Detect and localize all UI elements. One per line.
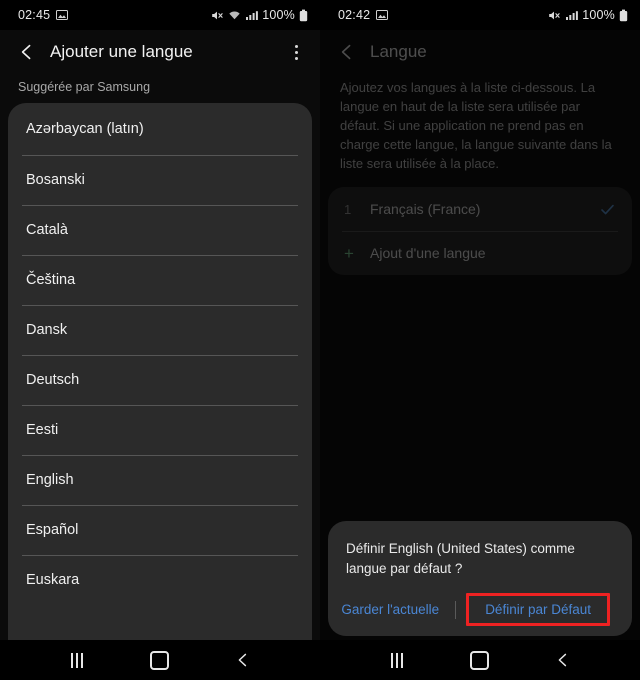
left-phone-screen: 02:45 100% Ajouter une langue Suggérée p… [0, 0, 320, 680]
language-label: Català [26, 222, 68, 238]
add-language-label: Ajout d'une langue [370, 245, 486, 261]
navigation-bar [0, 640, 320, 680]
plus-icon: + [344, 243, 354, 263]
language-label: Bosanski [26, 172, 85, 188]
language-label: Deutsch [26, 372, 80, 388]
image-icon [56, 10, 69, 20]
app-bar: Ajouter une langue [0, 30, 320, 74]
list-item[interactable]: Euskara [8, 555, 312, 605]
language-list: 1 Français (France) + Ajout d'une langue [328, 187, 632, 275]
list-item[interactable]: Eesti [8, 405, 312, 455]
page-title: Ajouter une langue [50, 42, 193, 61]
back-arrow-icon[interactable] [14, 39, 40, 65]
dialog-actions: Garder l'actuelle Définir par Défaut [341, 593, 614, 626]
back-icon[interactable] [226, 645, 260, 675]
mute-icon [549, 11, 561, 19]
signal-icon [566, 10, 579, 20]
section-header: Suggérée par Samsung [18, 80, 151, 94]
battery-icon [619, 9, 628, 21]
battery-icon [299, 9, 308, 21]
back-arrow-icon[interactable] [334, 39, 360, 65]
home-icon[interactable] [143, 645, 177, 675]
list-item[interactable]: Azərbaycan (latın) [8, 103, 312, 155]
signal-icon [246, 10, 259, 20]
keep-current-button[interactable]: Garder l'actuelle [329, 593, 451, 626]
list-item[interactable]: Bosanski [8, 155, 312, 205]
app-bar: Langue [320, 30, 640, 74]
set-default-language-dialog: Définir English (United States) comme la… [328, 521, 632, 636]
recents-icon[interactable] [60, 645, 94, 675]
divider [455, 600, 457, 619]
status-bar-left: 02:42 [338, 8, 389, 22]
language-label: Dansk [26, 322, 68, 338]
recents-icon[interactable] [380, 645, 414, 675]
screenshot-root: 02:45 100% Ajouter une langue Suggérée p… [0, 0, 640, 680]
language-label: Français (France) [370, 201, 481, 217]
list-item[interactable]: Español [8, 505, 312, 555]
description-text: Ajoutez vos langues à la liste ci-dessou… [340, 80, 612, 171]
list-item[interactable]: English [8, 455, 312, 505]
status-bar-left: 02:45 [18, 8, 69, 22]
add-language-row[interactable]: + Ajout d'une langue [328, 231, 632, 275]
dimmed-content: Langue Ajoutez vos langues à la liste ci… [320, 30, 640, 275]
language-label: Čeština [26, 272, 76, 288]
status-bar-right: 100% [548, 8, 628, 22]
battery-percent-label: 100% [582, 8, 615, 22]
status-bar: 02:42 100% [320, 0, 640, 30]
list-item[interactable]: Dansk [8, 305, 312, 355]
language-order-index: 1 [344, 201, 352, 217]
language-label: Eesti [26, 422, 59, 438]
set-as-default-button[interactable]: Définir par Défaut [466, 593, 610, 626]
language-list: Azərbaycan (latın) Bosanski Català Češti… [8, 103, 312, 659]
language-label: Español [26, 522, 79, 538]
right-phone-screen: 02:42 100% Langue Ajoutez vos langues à … [320, 0, 640, 680]
mute-icon [212, 11, 224, 19]
language-label: Azərbaycan (latın) [26, 121, 144, 137]
status-bar-right: 100% [211, 8, 308, 22]
status-clock: 02:42 [338, 8, 371, 22]
list-item[interactable]: Català [8, 205, 312, 255]
back-icon[interactable] [546, 645, 580, 675]
table-row[interactable]: 1 Français (France) [328, 187, 632, 231]
list-item[interactable]: Čeština [8, 255, 312, 305]
wifi-icon [229, 10, 240, 19]
navigation-bar [320, 640, 640, 680]
list-item[interactable]: Deutsch [8, 355, 312, 405]
check-icon [599, 201, 616, 218]
page-title: Langue [370, 42, 427, 61]
language-label: Euskara [26, 572, 80, 588]
home-icon[interactable] [463, 645, 497, 675]
battery-percent-label: 100% [262, 8, 295, 22]
status-clock: 02:45 [18, 8, 51, 22]
image-icon [376, 10, 389, 20]
dialog-message: Définir English (United States) comme la… [346, 541, 575, 576]
more-options-icon[interactable] [282, 37, 310, 67]
language-label: English [26, 472, 74, 488]
status-bar: 02:45 100% [0, 0, 320, 30]
